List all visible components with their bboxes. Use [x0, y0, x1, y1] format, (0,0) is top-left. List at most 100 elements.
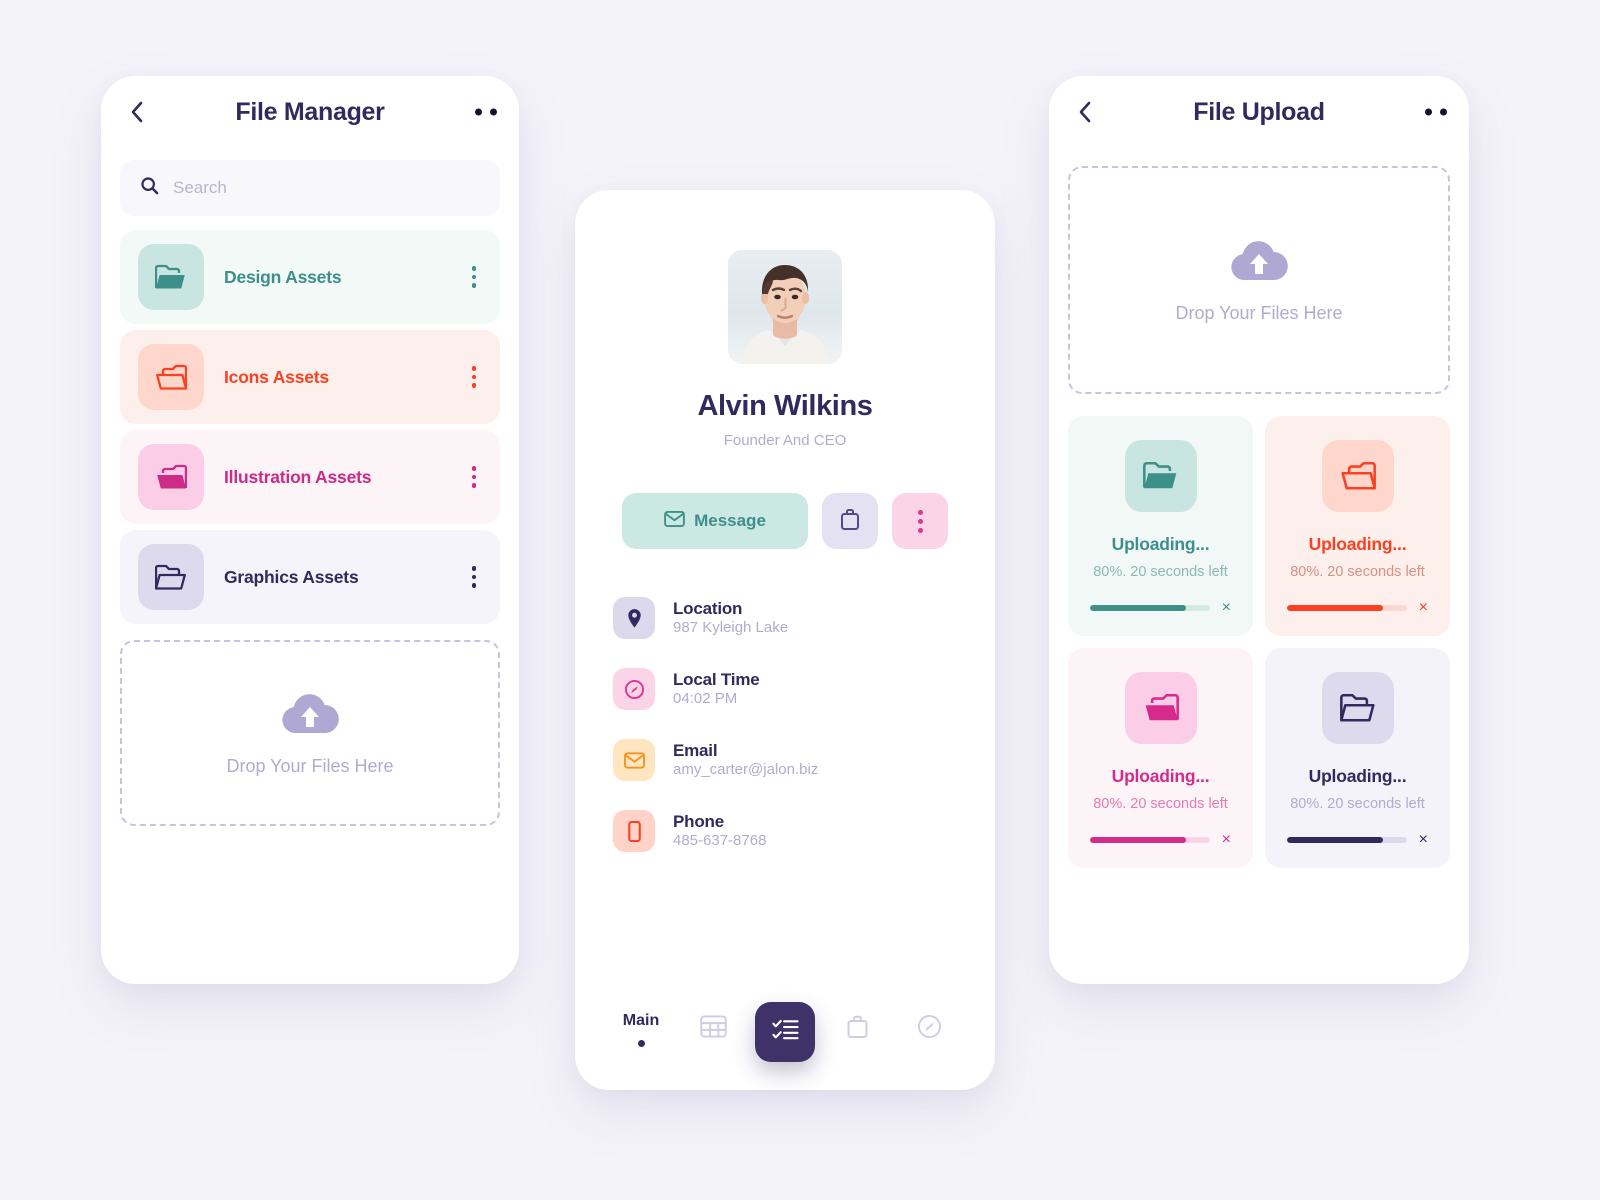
upload-status: 80%. 20 seconds left: [1290, 796, 1425, 812]
search-placeholder: Search: [173, 178, 227, 197]
upload-progress-row: ×: [1283, 832, 1432, 848]
message-button-label: Message: [694, 511, 766, 530]
upload-cards-grid: Uploading... 80%. 20 seconds left × Uplo…: [1068, 416, 1450, 868]
more-horizontal-icon[interactable]: [475, 108, 497, 116]
progress-bar: [1287, 837, 1407, 843]
detail-value: amy_carter@jalon.biz: [673, 761, 819, 778]
folder-open-icon: [138, 244, 204, 310]
progress-fill: [1287, 605, 1383, 611]
progress-bar: [1090, 605, 1210, 611]
progress-fill: [1287, 837, 1383, 843]
page-title: File Upload: [1193, 97, 1325, 126]
folder-list: Design Assets Icons Assets Illustration …: [120, 230, 500, 624]
chevron-left-icon[interactable]: [123, 99, 149, 125]
profile-panel: Alvin Wilkins Founder And CEO Message Lo…: [575, 190, 995, 1090]
file-upload-header: File Upload: [1049, 76, 1469, 148]
mobile-icon: [613, 810, 655, 852]
folder-label: Illustration Assets: [224, 466, 372, 487]
upload-progress-row: ×: [1086, 832, 1235, 848]
folder-row-menu-icon[interactable]: [466, 260, 483, 294]
app-canvas: File Manager Search Design Assets Icons …: [0, 0, 1600, 1200]
file-manager-header: File Manager: [101, 76, 519, 148]
upload-card[interactable]: Uploading... 80%. 20 seconds left ×: [1265, 648, 1450, 868]
bottom-navigation: Main: [575, 1002, 995, 1062]
envelope-icon: [664, 510, 685, 532]
nav-item-table[interactable]: [683, 1014, 743, 1044]
avatar-image: [728, 250, 842, 364]
progress-fill: [1090, 605, 1186, 611]
clock-icon: [917, 1014, 942, 1044]
briefcase-button[interactable]: [822, 493, 878, 549]
search-input[interactable]: Search: [120, 160, 500, 216]
upload-title: Uploading...: [1111, 766, 1210, 786]
folder-open-flipped-icon: [138, 344, 204, 410]
detail-title: Phone: [673, 812, 724, 831]
more-button[interactable]: [892, 493, 948, 549]
upload-card[interactable]: Uploading... 80%. 20 seconds left ×: [1068, 416, 1253, 636]
page-title: File Manager: [235, 97, 385, 126]
folder-open-flipped-icon: [1124, 672, 1197, 744]
folder-row-design-assets[interactable]: Design Assets: [120, 230, 500, 324]
cancel-upload-button[interactable]: ×: [1222, 600, 1231, 616]
nav-item-checklist-active[interactable]: [755, 1002, 815, 1062]
briefcase-icon: [845, 1014, 870, 1044]
detail-email[interactable]: Email amy_carter@jalon.biz: [613, 739, 957, 781]
folder-row-menu-icon[interactable]: [466, 360, 483, 394]
clock-icon: [613, 668, 655, 710]
briefcase-icon: [839, 508, 861, 534]
upload-title: Uploading...: [1111, 534, 1210, 554]
checklist-icon: [771, 1017, 799, 1047]
nav-item-briefcase[interactable]: [827, 1014, 887, 1044]
folder-row-menu-icon[interactable]: [466, 460, 483, 494]
progress-bar: [1287, 605, 1407, 611]
cloud-upload-icon: [1227, 236, 1291, 287]
envelope-icon: [613, 739, 655, 781]
upload-card[interactable]: Uploading... 80%. 20 seconds left ×: [1068, 648, 1253, 868]
file-dropzone[interactable]: Drop Your Files Here: [1068, 166, 1450, 394]
dropzone-label: Drop Your Files Here: [226, 756, 394, 776]
dropzone-label: Drop Your Files Here: [1175, 303, 1343, 323]
folder-row-icons-assets[interactable]: Icons Assets: [120, 330, 500, 424]
folder-row-graphics-assets[interactable]: Graphics Assets: [120, 530, 500, 624]
folder-open-flipped-icon: [1321, 440, 1394, 512]
detail-local-time[interactable]: Local Time 04:02 PM: [613, 668, 957, 710]
folder-row-menu-icon[interactable]: [466, 560, 483, 594]
nav-item-main[interactable]: Main: [611, 1012, 671, 1047]
chevron-left-icon[interactable]: [1071, 99, 1097, 125]
profile-actions: Message: [575, 493, 995, 549]
upload-status: 80%. 20 seconds left: [1093, 796, 1228, 812]
folder-row-illustration-assets[interactable]: Illustration Assets: [120, 430, 500, 524]
cancel-upload-button[interactable]: ×: [1419, 600, 1428, 616]
detail-value: 485-637-8768: [673, 832, 767, 849]
cancel-upload-button[interactable]: ×: [1222, 832, 1231, 848]
detail-title: Email: [673, 741, 718, 760]
detail-value: 987 Kyleigh Lake: [673, 619, 789, 636]
file-manager-panel: File Manager Search Design Assets Icons …: [101, 76, 519, 984]
detail-phone[interactable]: Phone 485-637-8768: [613, 810, 957, 852]
folder-label: Graphics Assets: [224, 566, 359, 587]
more-horizontal-icon[interactable]: [1425, 108, 1447, 116]
more-vertical-icon: [912, 504, 929, 539]
detail-title: Location: [673, 599, 743, 618]
message-button[interactable]: Message: [622, 493, 808, 549]
avatar: [728, 250, 842, 364]
nav-active-dot: [637, 1039, 645, 1047]
detail-value: 04:02 PM: [673, 690, 738, 707]
grid-table-icon: [699, 1014, 727, 1044]
nav-item-clock[interactable]: [899, 1014, 959, 1044]
folder-label: Design Assets: [224, 266, 342, 287]
upload-title: Uploading...: [1308, 766, 1407, 786]
detail-location[interactable]: Location 987 Kyleigh Lake: [613, 597, 957, 639]
upload-status: 80%. 20 seconds left: [1093, 564, 1228, 580]
detail-title: Local Time: [673, 670, 760, 689]
map-pin-icon: [613, 597, 655, 639]
progress-bar: [1090, 837, 1210, 843]
folder-open-icon: [138, 544, 204, 610]
profile-role: Founder And CEO: [723, 432, 847, 449]
cancel-upload-button[interactable]: ×: [1419, 832, 1428, 848]
progress-fill: [1090, 837, 1186, 843]
file-dropzone[interactable]: Drop Your Files Here: [120, 640, 500, 826]
upload-status: 80%. 20 seconds left: [1290, 564, 1425, 580]
nav-main-label: Main: [622, 1011, 660, 1029]
upload-card[interactable]: Uploading... 80%. 20 seconds left ×: [1265, 416, 1450, 636]
